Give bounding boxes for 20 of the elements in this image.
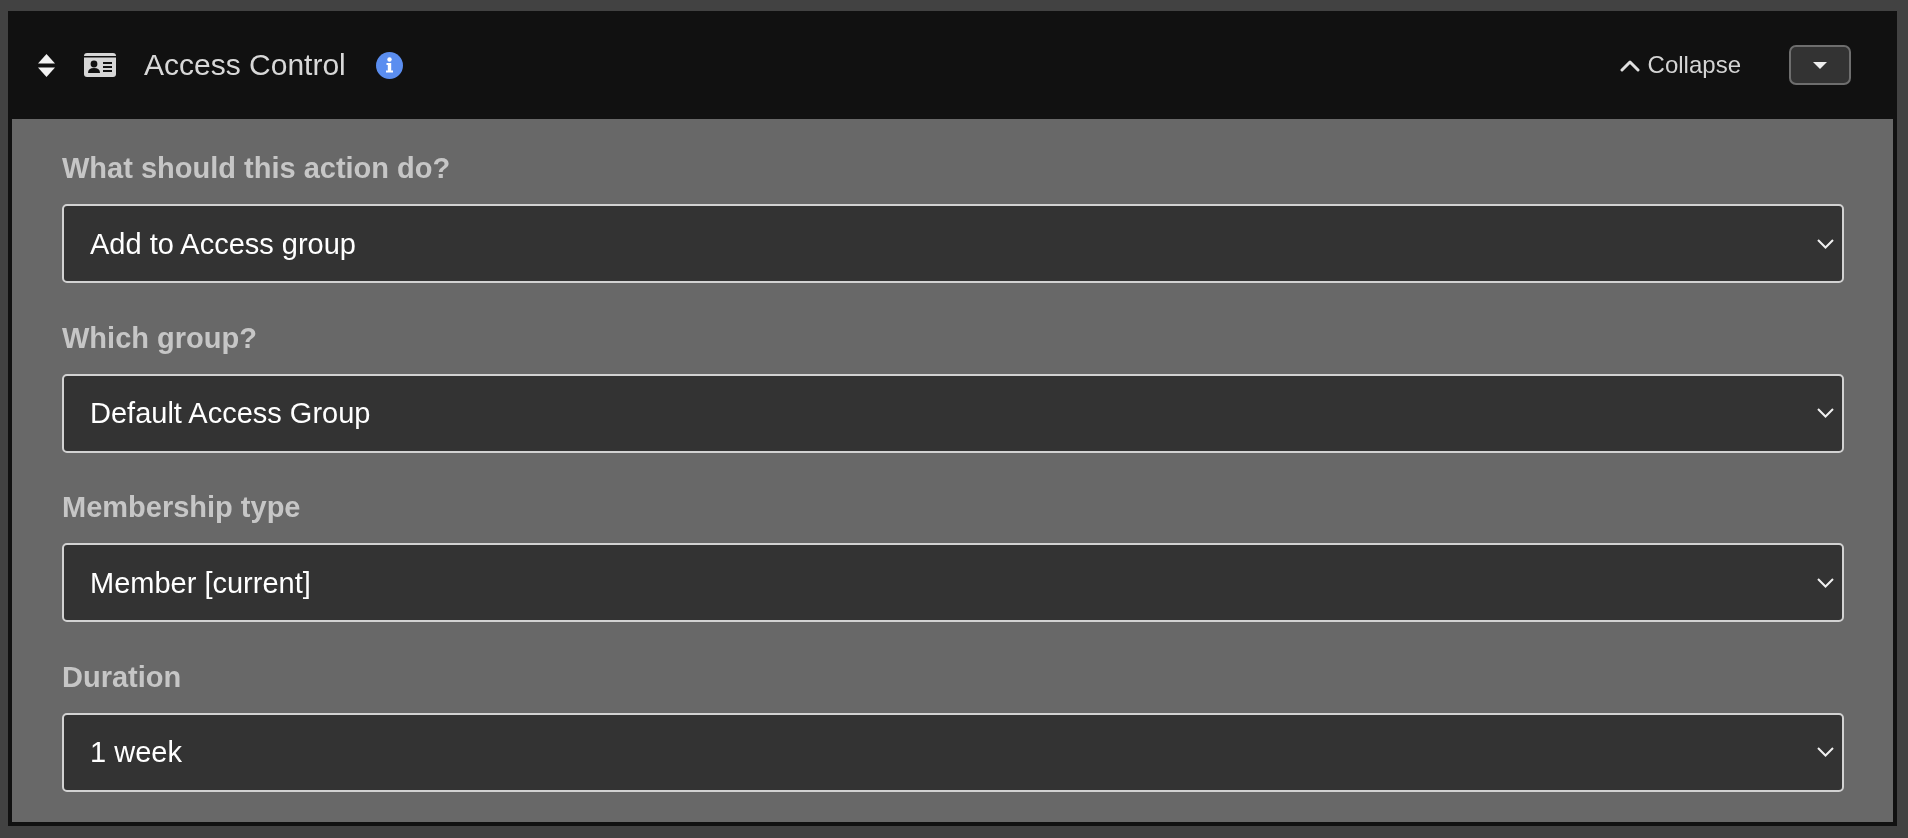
id-card-icon (84, 53, 116, 77)
chevron-down-icon (1817, 408, 1834, 418)
field-label: Duration (62, 659, 182, 694)
chevron-up-icon (1619, 58, 1640, 72)
chevron-down-icon (1817, 238, 1834, 249)
dropdown-select[interactable]: Default Access Group (62, 373, 1844, 453)
dropdown-select[interactable]: Member [current] (62, 543, 1844, 622)
chevron-down-icon (1817, 747, 1834, 757)
field-label: What should this action do? (62, 151, 451, 185)
sort-icon[interactable] (38, 53, 55, 77)
info-icon[interactable] (375, 51, 403, 79)
dropdown-select[interactable]: Add to Access group (62, 204, 1844, 283)
panel-title: Access Control (144, 47, 346, 83)
collapse-button[interactable]: Collapse (1619, 50, 1741, 80)
caret-down-icon (1813, 61, 1827, 69)
field-label: Membership type (62, 490, 301, 524)
options-dropdown-button[interactable] (1789, 45, 1851, 85)
field-label: Which group? (62, 320, 257, 355)
chevron-down-icon (1817, 577, 1834, 588)
dropdown-select[interactable]: 1 week (62, 712, 1844, 792)
